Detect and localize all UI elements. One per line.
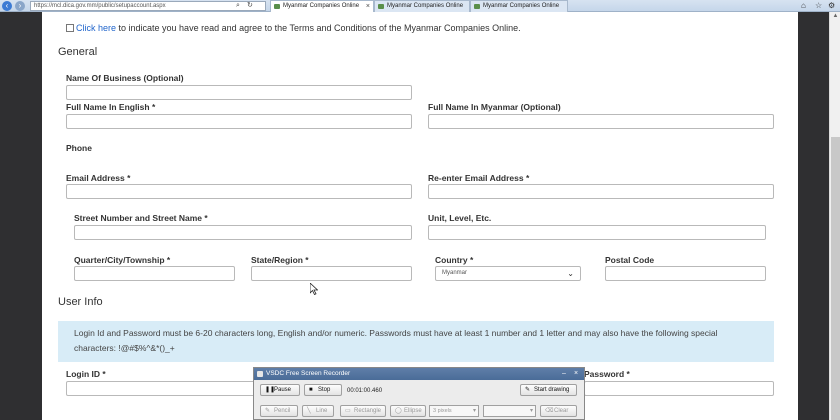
postal-code-label: Postal Code bbox=[605, 255, 655, 265]
close-icon[interactable]: × bbox=[366, 1, 370, 12]
line-icon: ╲ bbox=[307, 408, 311, 414]
clear-button[interactable]: ⌫ Clear bbox=[540, 405, 577, 417]
chevron-down-icon: ▾ bbox=[472, 408, 476, 414]
email-input[interactable] bbox=[66, 184, 412, 199]
scroll-up-icon[interactable]: ▲ bbox=[831, 12, 840, 20]
user-info-heading: User Info bbox=[58, 296, 103, 308]
tab-myanmar-companies-1[interactable]: Myanmar Companies Online × bbox=[270, 0, 374, 12]
unit-label: Unit, Level, Etc. bbox=[428, 213, 492, 223]
terms-link[interactable]: Click here bbox=[76, 23, 116, 33]
login-id-label: Login ID * bbox=[66, 369, 106, 379]
password-rules-info: Login Id and Password must be 6-20 chara… bbox=[58, 321, 774, 362]
state-input[interactable] bbox=[251, 266, 412, 281]
recording-timer: 00:01:00.460 bbox=[347, 388, 383, 394]
favicon-icon bbox=[474, 4, 480, 9]
unit-input[interactable] bbox=[428, 225, 766, 240]
browser-toolbar: ‹ › https://mcl.dica.gov.mm/public/setup… bbox=[0, 0, 840, 12]
email-label: Email Address * bbox=[66, 173, 131, 183]
pencil-icon: ✎ bbox=[265, 408, 271, 414]
brush-icon: ✎ bbox=[525, 387, 531, 393]
refresh-icon[interactable]: ↻ bbox=[247, 1, 253, 11]
country-select[interactable]: Myanmar ⌄ bbox=[435, 266, 581, 281]
recorder-title-bar: VSDC Free Screen Recorder – × bbox=[254, 368, 584, 380]
recorder-app-icon bbox=[257, 371, 263, 377]
pause-icon: ❚❚ bbox=[265, 387, 276, 393]
rectangle-tool[interactable]: ▭ Rectangle bbox=[340, 405, 386, 417]
search-icon[interactable]: ⌕ bbox=[236, 1, 240, 11]
home-icon[interactable]: ⌂ bbox=[801, 0, 806, 12]
reenter-email-input[interactable] bbox=[428, 184, 774, 199]
mouse-cursor-icon bbox=[310, 283, 318, 295]
name-of-business-label: Name Of Business (Optional) bbox=[66, 73, 184, 83]
pause-button[interactable]: ❚❚ Pause bbox=[260, 384, 300, 396]
favorites-icon[interactable]: ☆ bbox=[815, 0, 822, 12]
terms-row: Click here to indicate you have read and… bbox=[66, 22, 521, 34]
chevron-down-icon: ⌄ bbox=[567, 269, 574, 278]
name-of-business-input[interactable] bbox=[66, 85, 412, 100]
login-id-input[interactable] bbox=[66, 381, 256, 396]
street-input[interactable] bbox=[74, 225, 412, 240]
full-name-english-input[interactable] bbox=[66, 114, 412, 129]
state-label: State/Region * bbox=[251, 255, 309, 265]
stroke-width-select[interactable]: 3 pixels ▾ bbox=[429, 405, 479, 417]
stop-button[interactable]: ■ Stop bbox=[304, 384, 342, 396]
page-scrollbar[interactable]: ▲ bbox=[829, 12, 840, 420]
registration-form: Click here to indicate you have read and… bbox=[42, 12, 798, 420]
street-label: Street Number and Street Name * bbox=[74, 213, 208, 223]
reenter-email-label: Re-enter Email Address * bbox=[428, 173, 530, 183]
quarter-input[interactable] bbox=[74, 266, 235, 281]
minimize-icon[interactable]: – bbox=[562, 368, 566, 380]
favicon-icon bbox=[378, 4, 384, 9]
full-name-myanmar-input[interactable] bbox=[428, 114, 774, 129]
country-label: Country * bbox=[435, 255, 474, 265]
pencil-tool[interactable]: ✎ Pencil bbox=[260, 405, 298, 417]
full-name-myanmar-label: Full Name In Myanmar (Optional) bbox=[428, 102, 561, 112]
general-heading: General bbox=[58, 46, 98, 58]
start-drawing-button[interactable]: ✎ Start drawing bbox=[520, 384, 577, 396]
forward-icon[interactable]: › bbox=[15, 1, 25, 11]
color-select[interactable]: ▾ bbox=[483, 405, 536, 417]
settings-gear-icon[interactable]: ⚙ bbox=[828, 0, 835, 12]
phone-label: Phone bbox=[66, 143, 92, 153]
line-tool[interactable]: ╲ Line bbox=[302, 405, 334, 417]
full-name-english-label: Full Name In English * bbox=[66, 102, 156, 112]
close-icon[interactable]: × bbox=[574, 368, 578, 380]
back-icon[interactable]: ‹ bbox=[2, 1, 12, 11]
eraser-icon: ⌫ bbox=[545, 408, 554, 414]
tab-myanmar-companies-3[interactable]: Myanmar Companies Online bbox=[470, 0, 568, 12]
quarter-label: Quarter/City/Township * bbox=[74, 255, 171, 265]
scroll-thumb[interactable] bbox=[831, 137, 840, 420]
favicon-icon bbox=[274, 4, 280, 9]
password-input[interactable] bbox=[584, 381, 774, 396]
stop-icon: ■ bbox=[309, 387, 313, 393]
password-label: Password * bbox=[584, 369, 630, 379]
chevron-down-icon: ▾ bbox=[529, 408, 533, 414]
tab-myanmar-companies-2[interactable]: Myanmar Companies Online bbox=[374, 0, 470, 12]
address-bar[interactable]: https://mcl.dica.gov.mm/public/setupacco… bbox=[30, 1, 266, 11]
rectangle-icon: ▭ bbox=[345, 408, 351, 414]
terms-checkbox[interactable] bbox=[66, 24, 74, 32]
ellipse-tool[interactable]: ◯ Ellipse bbox=[390, 405, 426, 417]
postal-code-input[interactable] bbox=[605, 266, 766, 281]
screen-recorder-window: VSDC Free Screen Recorder – × ❚❚ Pause ■ S… bbox=[253, 367, 585, 420]
ellipse-icon: ◯ bbox=[395, 408, 402, 414]
